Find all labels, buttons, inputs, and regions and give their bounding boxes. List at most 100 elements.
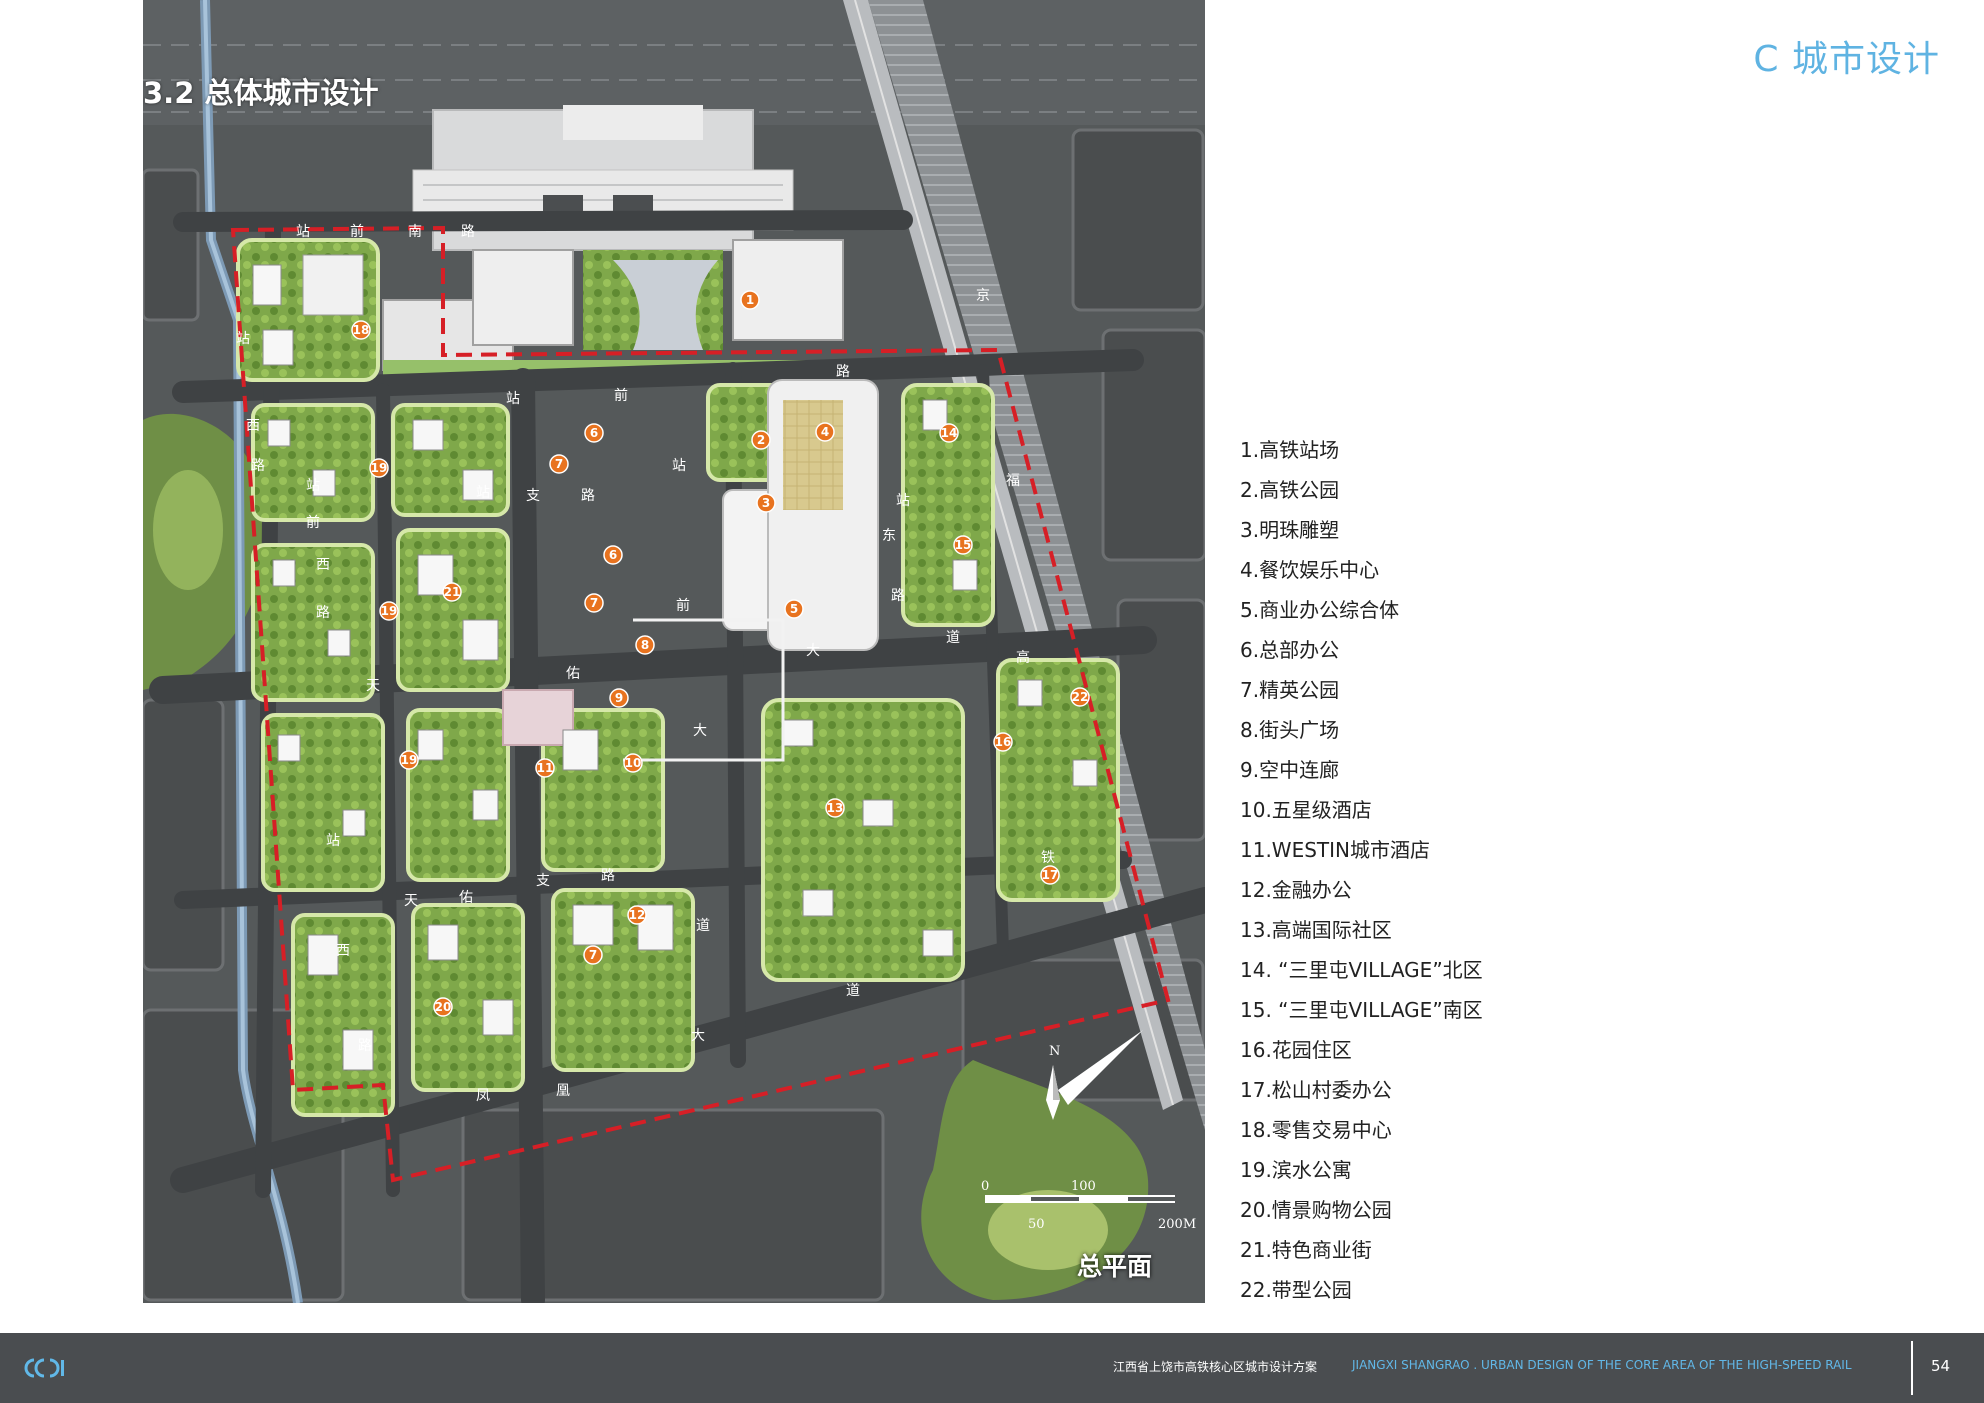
page-number: 54 (1931, 1357, 1951, 1375)
road-name-label: 南 (408, 224, 422, 240)
road-name-label: 道 (946, 630, 960, 646)
road-name-label: 前 (676, 597, 690, 614)
road-name-label: 西 (336, 943, 350, 959)
map-marker: 13 (825, 798, 845, 818)
road-name-label: 站 (306, 478, 320, 494)
map-marker-label: 10 (625, 756, 642, 770)
map-marker: 6 (603, 545, 623, 565)
map-marker: 22 (1070, 687, 1090, 707)
map-marker-label: 18 (353, 323, 370, 337)
map-marker-label: 2 (757, 433, 765, 447)
road-name-label: 佑 (459, 890, 473, 906)
page: 站前南路站前路站西路站前西路站支路站前大道站东路天佑大道天佑支路凤凰大道站西路京… (0, 0, 1984, 1403)
map-marker-label: 20 (435, 1000, 452, 1014)
road-name-label: 大 (693, 723, 707, 739)
scale-label: 100 (1071, 1179, 1096, 1194)
road-name-label: 道 (846, 983, 860, 999)
road-name-label: 道 (696, 918, 710, 934)
road-name-label: 天 (366, 678, 380, 694)
map-marker: 5 (784, 599, 804, 619)
road-name-label: 站 (896, 493, 910, 509)
map-marker: 19 (379, 601, 399, 621)
map-marker: 1 (740, 290, 760, 310)
map-marker-label: 17 (1042, 868, 1059, 882)
road-name-label: 支 (526, 488, 540, 504)
legend-item: 7.精英公园 (1240, 678, 1340, 702)
map-marker-label: 14 (941, 426, 958, 440)
road-name-label: 铁 (1041, 850, 1055, 866)
road-name-label: 前 (306, 514, 320, 531)
legend-item: 22.带型公园 (1240, 1278, 1352, 1302)
master-plan-map: 站前南路站前路站西路站前西路站支路站前大道站东路天佑大道天佑支路凤凰大道站西路京… (143, 0, 1205, 1303)
scale-label: 50 (1028, 1217, 1045, 1232)
road-name-label: 福 (1006, 473, 1020, 489)
footer-title-cn: 江西省上饶市高铁核心区城市设计方案 (1113, 1360, 1318, 1374)
footer-divider (1911, 1341, 1913, 1395)
legend-item: 19.滨水公寓 (1240, 1158, 1352, 1182)
map-marker-label: 4 (821, 425, 829, 439)
road-name-label: 前 (614, 387, 628, 404)
scale-label: 0 (981, 1179, 989, 1194)
map-marker-label: 7 (589, 948, 597, 962)
road-name-label: 路 (601, 868, 615, 884)
legend-list: 1.高铁站场 2.高铁公园 3.明珠雕塑 4.餐饮娱乐中心 5.商业办公综合体 6.总部办… (1240, 430, 1740, 1310)
road-name-label: 站 (326, 833, 340, 849)
map-marker: 11 (535, 758, 555, 778)
road-name-label: 京 (976, 288, 990, 304)
map-marker-label: 19 (401, 753, 418, 767)
map-marker: 7 (549, 454, 569, 474)
road-name-label: 大 (691, 1028, 705, 1044)
map-marker-label: 6 (609, 548, 617, 562)
road-name-label: 站 (236, 331, 250, 347)
legend-item: 5.商业办公综合体 (1240, 598, 1400, 622)
map-marker: 9 (609, 688, 629, 708)
road-name-label: 前 (350, 223, 364, 240)
map-marker: 3 (756, 493, 776, 513)
legend-item: 4.餐饮娱乐中心 (1240, 558, 1380, 582)
legend-item: 10.五星级酒店 (1240, 798, 1372, 822)
road-name-label: 路 (316, 605, 330, 621)
legend-item: 17.松山村委办公 (1240, 1078, 1392, 1102)
map-marker: 10 (623, 753, 643, 773)
map-caption: 总平面 (1076, 1252, 1152, 1281)
map-marker-label: 1 (746, 293, 754, 307)
map-marker: 4 (815, 422, 835, 442)
legend-item: 6.总部办公 (1240, 638, 1340, 662)
road-name-label: 西 (246, 418, 260, 434)
map-marker-label: 22 (1072, 690, 1089, 704)
road-name-label: 凰 (556, 1083, 570, 1099)
map-marker-label: 19 (371, 461, 388, 475)
map-marker: 20 (433, 997, 453, 1017)
legend-item: 2.高铁公园 (1240, 478, 1340, 502)
road-name-label: 佑 (566, 666, 580, 682)
road-name-label: 站 (672, 458, 686, 474)
road-name-label: 天 (404, 893, 418, 909)
road-name-label: 路 (836, 364, 850, 380)
road-name-label: 站 (476, 485, 490, 501)
map-marker: 21 (442, 582, 462, 602)
road-name-label: 路 (358, 1038, 372, 1054)
map-marker-label: 12 (629, 908, 646, 922)
section-heading: C 城市设计 (1753, 39, 1940, 80)
map-marker: 16 (993, 732, 1013, 752)
legend-item: 20.情景购物公园 (1240, 1198, 1392, 1222)
legend-item: 16.花园住区 (1240, 1038, 1352, 1062)
legend-item: 11.WESTIN城市酒店 (1240, 838, 1430, 862)
road-name-label: 站 (296, 224, 310, 240)
map-marker: 2 (751, 430, 771, 450)
road-name-label: 西 (316, 557, 330, 573)
legend-item: 1.高铁站场 (1240, 438, 1340, 462)
legend-item: 14. “三里屯VILLAGE”北区 (1240, 958, 1483, 982)
map-marker-label: 7 (590, 596, 598, 610)
map-marker: 14 (939, 423, 959, 443)
legend-item: 15. “三里屯VILLAGE”南区 (1240, 998, 1483, 1022)
map-marker-label: 11 (537, 761, 554, 775)
legend-item: 13.高端国际社区 (1240, 918, 1392, 942)
map-marker-label: 21 (444, 585, 461, 599)
road-name-label: 东 (882, 528, 896, 544)
footer-bar: 江西省上饶市高铁核心区城市设计方案 JIANGXI SHANGRAO . URB… (0, 1333, 1984, 1403)
legend-item: 3.明珠雕塑 (1240, 518, 1340, 542)
map-marker: 19 (399, 750, 419, 770)
map-marker: 6 (584, 423, 604, 443)
ccdi-logo-icon (24, 1358, 64, 1378)
